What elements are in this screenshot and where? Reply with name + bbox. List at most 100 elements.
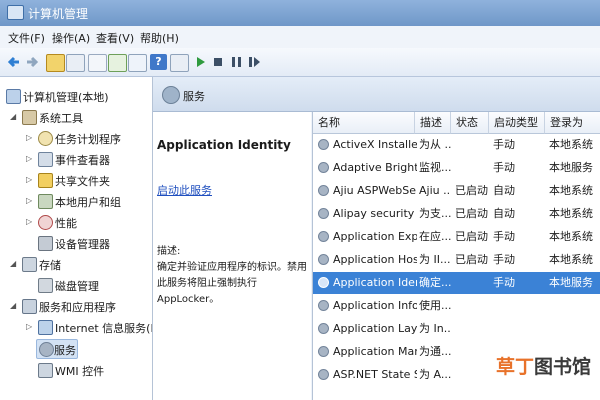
service-gear-icon	[318, 277, 329, 288]
menu-view[interactable]: 查看(V)	[96, 30, 134, 46]
help-icon[interactable]: ?	[150, 54, 167, 70]
service-status-cell: 已启动	[455, 207, 488, 220]
service-row[interactable]: Alipay security s...为支... 已启动自动 本地系统	[313, 203, 600, 225]
service-row[interactable]: Application Expe...在应... 已启动手动 本地系统	[313, 226, 600, 248]
service-row[interactable]: Application Infor...使用...	[313, 295, 600, 317]
iis-icon	[38, 320, 53, 335]
service-row[interactable]: Application Laye...为 In...	[313, 318, 600, 340]
watermark-part1: 草丁	[496, 356, 535, 378]
users-icon	[38, 194, 53, 209]
description-text: 确定并验证应用程序的标识。禁用此服务将阻止强制执行 AppLocker。	[157, 262, 307, 305]
service-startup-cell: 手动	[493, 230, 515, 243]
tree-item-services[interactable]: 服务	[36, 339, 78, 359]
event-viewer-icon	[38, 152, 53, 167]
service-row[interactable]: ActiveX Installer ...为从 ... 手动 本地系统	[313, 134, 600, 156]
service-gear-icon	[318, 208, 329, 219]
service-name-cell: Application Man...	[333, 345, 417, 358]
expand-arrow-icon[interactable]: ▷	[26, 133, 32, 142]
service-status-cell: 已启动	[455, 230, 488, 243]
export-list-icon[interactable]	[128, 54, 147, 72]
view-icon[interactable]	[170, 54, 189, 72]
service-gear-icon	[318, 162, 329, 173]
service-startup-cell: 自动	[493, 207, 515, 220]
service-status-cell: 已启动	[455, 253, 488, 266]
expand-arrow-icon[interactable]: ▷	[26, 175, 32, 184]
service-name-cell: Application Host...	[333, 253, 417, 266]
service-name-cell: ASP.NET State Se...	[333, 368, 417, 381]
device-manager-icon	[38, 236, 53, 251]
service-row[interactable]: Application Iden...确定... 手动 本地服务	[313, 272, 600, 294]
menu-bar: 文件(F) 操作(A) 查看(V) 帮助(H)	[0, 26, 600, 49]
service-startup-cell: 手动	[493, 161, 515, 174]
start-icon[interactable]	[192, 54, 209, 70]
column-log-on-as[interactable]: 登录为	[545, 112, 600, 134]
column-startup-type[interactable]: 启动类型	[489, 112, 545, 134]
service-desc-cell: 为 In...	[419, 322, 451, 335]
menu-help[interactable]: 帮助(H)	[140, 30, 179, 46]
start-link-rest[interactable]: 此服务	[179, 184, 212, 197]
menu-file[interactable]: 文件(F)	[8, 30, 45, 46]
start-service-link[interactable]: 启动此服务	[157, 182, 212, 198]
watermark-part2: 图书馆	[534, 356, 592, 378]
service-startup-cell: 手动	[493, 138, 515, 151]
refresh-icon[interactable]	[108, 54, 127, 72]
expand-arrow-icon[interactable]: ▷	[26, 154, 32, 163]
column-name-label: 名称	[318, 116, 340, 129]
service-status-cell: 已启动	[455, 184, 488, 197]
column-description-label: 描述	[420, 116, 442, 129]
service-name-cell: Application Iden...	[333, 276, 417, 289]
properties-icon[interactable]	[88, 54, 107, 72]
service-row[interactable]: Ajiu ASPWebSer...Ajiu ... 已启动自动 本地系统	[313, 180, 600, 202]
service-desc-cell: 为支...	[419, 207, 451, 220]
forward-icon[interactable]	[24, 54, 41, 70]
service-gear-icon	[318, 231, 329, 242]
up-folder-icon[interactable]	[46, 54, 65, 72]
expand-arrow-icon[interactable]: ▷	[26, 322, 32, 331]
service-name-cell: Ajiu ASPWebSer...	[333, 184, 417, 197]
service-name-title: Application Identity	[157, 138, 291, 152]
service-logon-cell: 本地服务	[549, 161, 593, 174]
service-row[interactable]: Application Host...为 II... 已启动手动 本地系统	[313, 249, 600, 271]
restart-icon[interactable]	[246, 54, 263, 70]
column-status-label: 状态	[456, 116, 478, 129]
column-status[interactable]: 状态	[451, 112, 489, 134]
service-logon-cell: 本地服务	[549, 276, 593, 289]
collapse-arrow-icon[interactable]: ◢	[10, 112, 16, 121]
performance-icon	[38, 215, 53, 230]
column-description[interactable]: 描述	[415, 112, 451, 134]
expand-arrow-icon[interactable]: ▷	[26, 217, 32, 226]
wmi-icon	[38, 363, 53, 378]
service-logon-cell: 本地系统	[549, 207, 593, 220]
service-desc-cell: 为 A...	[419, 368, 451, 381]
header-title: 服务	[183, 90, 205, 103]
service-logon-cell: 本地系统	[549, 253, 593, 266]
pause-icon[interactable]	[228, 54, 245, 70]
gear-icon	[162, 86, 180, 104]
expand-arrow-icon[interactable]: ▷	[26, 196, 32, 205]
disk-icon	[38, 278, 53, 293]
column-startup-type-label: 启动类型	[494, 116, 538, 129]
column-name[interactable]: 名称	[313, 112, 415, 134]
service-desc-cell: 在应...	[419, 230, 451, 243]
show-tree-icon[interactable]	[66, 54, 85, 72]
start-link-text[interactable]: 启动	[157, 184, 179, 197]
collapse-arrow-icon[interactable]: ◢	[10, 259, 16, 268]
computer-management-icon	[7, 5, 24, 20]
computer-management-window: 计算机管理 文件(F) 操作(A) 查看(V) 帮助(H) ? 计算机管理(本地…	[0, 0, 600, 400]
stop-icon[interactable]	[210, 54, 227, 70]
service-gear-icon	[318, 346, 329, 357]
menu-action[interactable]: 操作(A)	[52, 30, 90, 46]
toolbar: ?	[0, 48, 600, 77]
service-startup-cell: 自动	[493, 184, 515, 197]
title-bar: 计算机管理	[0, 0, 600, 26]
service-logon-cell: 本地系统	[549, 138, 593, 151]
collapse-arrow-icon[interactable]: ◢	[10, 301, 16, 310]
service-name-cell: Adaptive Brightn...	[333, 161, 417, 174]
shared-folder-icon	[38, 173, 53, 188]
service-gear-icon	[318, 139, 329, 150]
back-icon[interactable]	[6, 54, 23, 70]
service-gear-icon	[318, 254, 329, 265]
service-logon-cell: 本地系统	[549, 230, 593, 243]
services-apps-icon	[22, 299, 37, 314]
service-row[interactable]: Adaptive Brightn...监视... 手动 本地服务	[313, 157, 600, 179]
